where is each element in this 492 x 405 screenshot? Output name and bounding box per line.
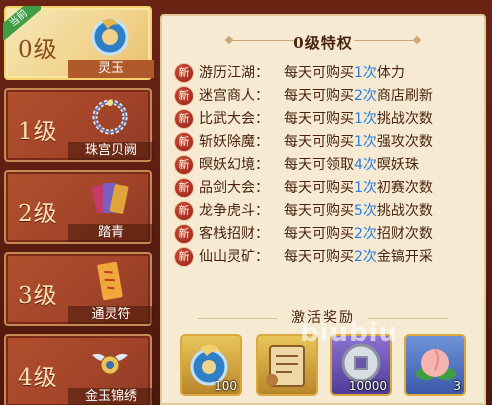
privilege-desc: 每天可购买1次体力 — [284, 65, 405, 81]
privilege-row: 新 客栈招财： 每天可购买2次招财次数 — [174, 223, 484, 245]
new-badge: 新 — [174, 63, 194, 83]
reward-count: 100 — [214, 379, 237, 393]
level-name: 3级 — [18, 283, 58, 309]
privilege-row: 新 仙山灵矿： 每天可购买2次金镐开采 — [174, 246, 484, 268]
reward-label: 踏青 — [68, 224, 154, 242]
level-card-0[interactable]: 当前 0级 灵玉 — [3, 6, 154, 80]
level-name: 4级 — [18, 365, 58, 391]
new-badge: 新 — [174, 109, 194, 129]
reward-count: 10000 — [348, 379, 387, 393]
privilege-name: 仙山灵矿： — [199, 249, 269, 265]
privilege-desc: 每天可购买2次商店刷新 — [284, 88, 433, 104]
privilege-desc: 每天可领取4次暝妖珠 — [284, 157, 419, 173]
reward-count: 3 — [453, 379, 461, 393]
privilege-name: 游历江湖： — [199, 65, 269, 81]
reward-label: 珠宫贝阙 — [68, 142, 154, 160]
level-list: 当前 0级 灵玉 1级 珠宫贝阙 2级 踏青 3级 通灵符 4级 金玉锦绣 — [3, 6, 154, 405]
new-badge: 新 — [174, 155, 194, 175]
privilege-desc: 每天可购买2次金镐开采 — [284, 249, 433, 265]
reward-label: 通灵符 — [68, 306, 154, 324]
outfit-cards-icon — [91, 183, 129, 214]
new-badge: 新 — [174, 86, 194, 106]
level-name: 2级 — [18, 201, 58, 227]
reward-slot-peach[interactable]: 3 — [404, 334, 466, 396]
talisman-icon — [97, 261, 123, 301]
privilege-name: 比武大会： — [199, 111, 269, 127]
reward-label: 灵玉 — [68, 60, 154, 78]
level-card-2[interactable]: 2级 踏青 — [4, 170, 154, 244]
privilege-row: 新 迷宫商人： 每天可购买2次商店刷新 — [174, 85, 484, 107]
privilege-name: 迷宫商人： — [199, 88, 269, 104]
privilege-window: 当前 0级 灵玉 1级 珠宫贝阙 2级 踏青 3级 通灵符 4级 金玉锦绣 0级… — [0, 0, 492, 405]
title-divider — [354, 40, 416, 41]
panel-title: 0级特权 — [293, 34, 353, 52]
privilege-row: 新 龙争虎斗： 每天可购买5次挑战次数 — [174, 200, 484, 222]
privilege-desc: 每天可购买1次挑战次数 — [284, 111, 433, 127]
jade-icon — [91, 18, 129, 56]
privilege-name: 暝妖幻境： — [199, 157, 269, 173]
privilege-name: 客栈招财： — [199, 226, 269, 242]
privilege-desc: 每天可购买1次强攻次数 — [284, 134, 433, 150]
privilege-row: 新 游历江湖： 每天可购买1次体力 — [174, 62, 484, 84]
reward-slot-jade[interactable]: 100 — [180, 334, 242, 396]
privilege-name: 龙争虎斗： — [199, 203, 269, 219]
new-badge: 新 — [174, 201, 194, 221]
privilege-row: 新 品剑大会： 每天可购买1次初赛次数 — [174, 177, 484, 199]
reward-label: 金玉锦绣 — [68, 388, 154, 405]
privilege-desc: 每天可购买5次挑战次数 — [284, 203, 433, 219]
current-badge: 当前 — [3, 6, 41, 40]
privilege-name: 品剑大会： — [199, 180, 269, 196]
level-card-4[interactable]: 4级 金玉锦绣 — [4, 334, 154, 405]
pearl-wreath-icon — [92, 99, 128, 135]
level-card-3[interactable]: 3级 通灵符 — [4, 252, 154, 326]
new-badge: 新 — [174, 132, 194, 152]
privilege-row: 新 暝妖幻境： 每天可领取4次暝妖珠 — [174, 154, 484, 176]
privilege-row: 新 比武大会： 每天可购买1次挑战次数 — [174, 108, 484, 130]
new-badge: 新 — [174, 178, 194, 198]
privilege-row: 新 斩妖除魔： 每天可购买1次强攻次数 — [174, 131, 484, 153]
privilege-desc: 每天可购买1次初赛次数 — [284, 180, 433, 196]
new-badge: 新 — [174, 247, 194, 267]
watermark: biubiu — [300, 318, 399, 348]
winged-ornament-icon — [92, 353, 128, 375]
level-card-1[interactable]: 1级 珠宫贝阙 — [4, 88, 154, 162]
privilege-name: 斩妖除魔： — [199, 134, 269, 150]
privilege-desc: 每天可购买2次招财次数 — [284, 226, 433, 242]
level-name: 1级 — [18, 119, 58, 145]
new-badge: 新 — [174, 224, 194, 244]
